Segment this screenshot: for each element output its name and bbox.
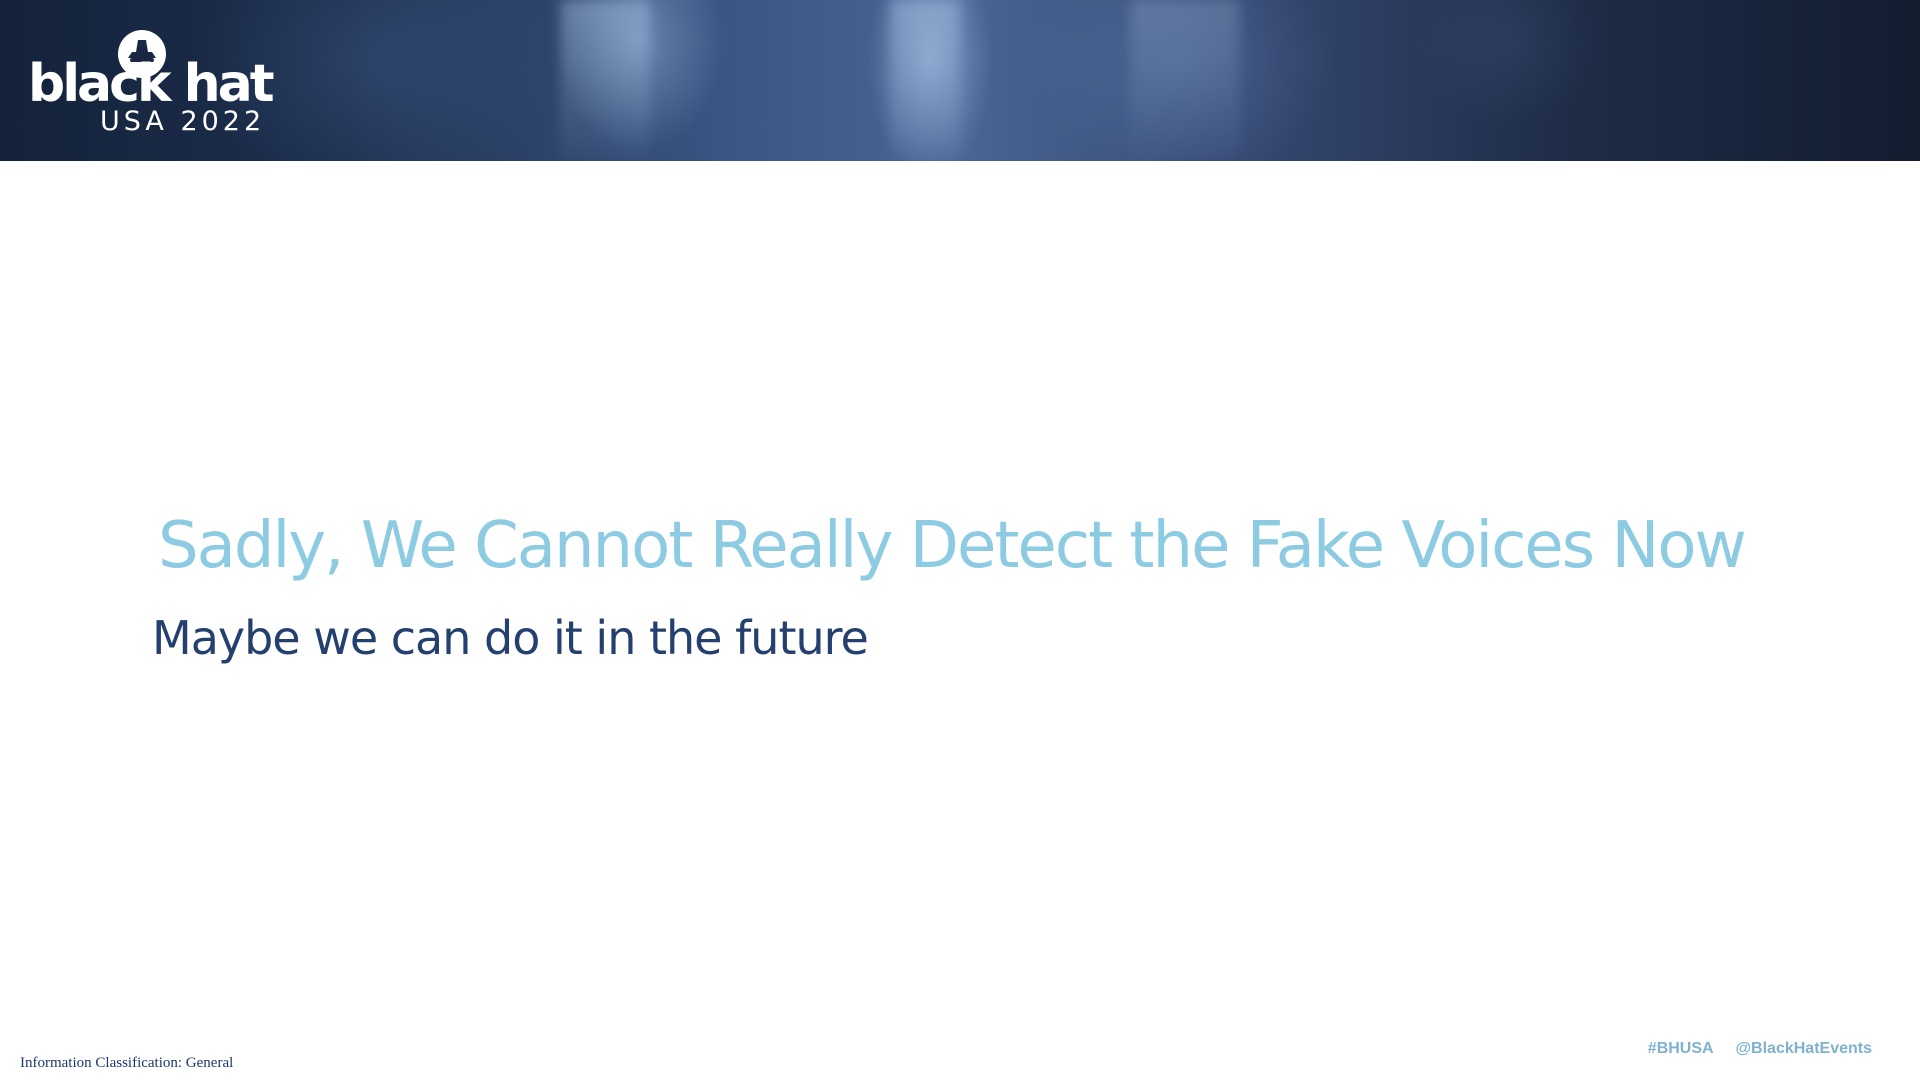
banner-light-streak xyxy=(890,0,960,161)
slide-title: Sadly, We Cannot Really Detect the Fake … xyxy=(158,509,1747,583)
banner-light-streak xyxy=(1130,0,1240,161)
black-hat-logo: black hat USA 2022 xyxy=(28,24,308,139)
hashtag-label: #BHUSA xyxy=(1647,1040,1713,1057)
twitter-handle-label: @BlackHatEvents xyxy=(1735,1040,1872,1057)
logo-wordmark: black hat xyxy=(28,54,275,114)
information-classification: Information Classification: General xyxy=(20,1055,234,1071)
slide-subtitle: Maybe we can do it in the future xyxy=(152,611,869,665)
header-banner: black hat USA 2022 xyxy=(0,0,1920,161)
logo-event-label: USA 2022 xyxy=(100,106,266,137)
banner-light-streak xyxy=(560,0,650,161)
footer-tags: #BHUSA @BlackHatEvents xyxy=(1648,1040,1872,1058)
